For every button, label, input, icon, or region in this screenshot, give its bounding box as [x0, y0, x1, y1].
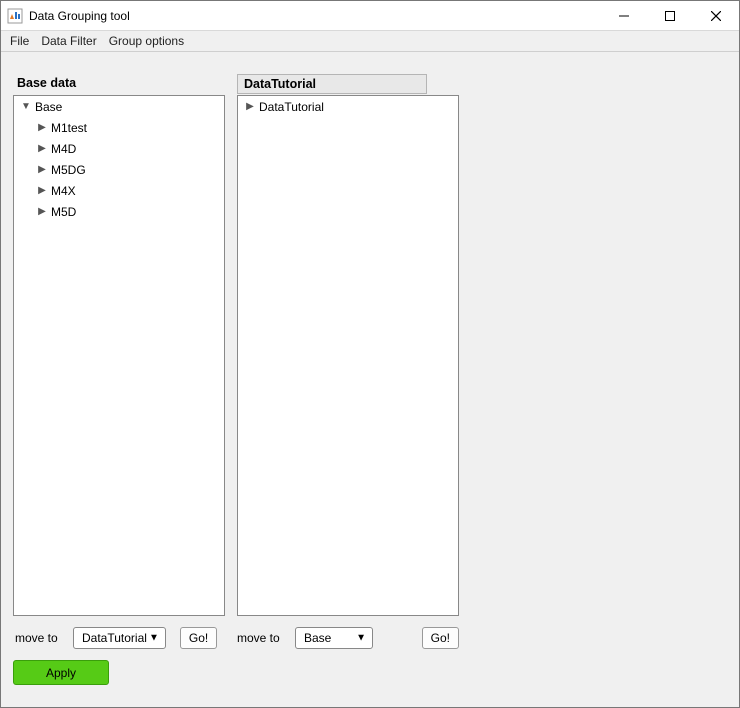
move-left-select[interactable]: DataTutorial ▼: [73, 627, 166, 649]
tree-node-label: Base: [35, 100, 62, 114]
caret-down-icon: ▼: [356, 633, 366, 644]
maximize-button[interactable]: [647, 1, 693, 31]
button-label: Go!: [431, 631, 450, 645]
go-left-button[interactable]: Go!: [180, 627, 217, 649]
window-title: Data Grouping tool: [29, 9, 130, 23]
tree-node[interactable]: ▶ M5D: [14, 201, 224, 222]
chevron-right-icon[interactable]: ▶: [36, 143, 48, 154]
tree-node-label: M4X: [51, 184, 76, 198]
move-to-label: move to: [237, 631, 287, 645]
tree-node-label: M1test: [51, 121, 87, 135]
base-data-label: Base data: [17, 76, 76, 90]
titlebar: Data Grouping tool: [1, 1, 739, 31]
tree-node[interactable]: ▶ M4D: [14, 138, 224, 159]
tutorial-tree[interactable]: ▶ DataTutorial: [237, 95, 459, 616]
move-right-select[interactable]: Base ▼: [295, 627, 373, 649]
apply-button[interactable]: Apply: [13, 660, 109, 685]
tree-node[interactable]: ▶ M5DG: [14, 159, 224, 180]
minimize-button[interactable]: [601, 1, 647, 31]
close-button[interactable]: [693, 1, 739, 31]
select-value: DataTutorial: [82, 631, 147, 645]
move-right-row: move to Base ▼ Go!: [237, 627, 459, 649]
caret-down-icon: ▼: [149, 633, 159, 644]
select-value: Base: [304, 631, 331, 645]
app-window: Data Grouping tool File Data Filter Grou…: [0, 0, 740, 708]
chevron-right-icon[interactable]: ▶: [36, 122, 48, 133]
menubar: File Data Filter Group options: [1, 31, 739, 52]
chevron-right-icon[interactable]: ▶: [244, 101, 256, 112]
tree-node-label: DataTutorial: [259, 100, 324, 114]
tree-node-base[interactable]: ▼ Base: [14, 96, 224, 117]
chevron-right-icon[interactable]: ▶: [36, 206, 48, 217]
tree-node-label: M4D: [51, 142, 76, 156]
base-tree[interactable]: ▼ Base ▶ M1test ▶ M4D ▶ M5DG ▶ M4X ▶ M5D: [13, 95, 225, 616]
tree-node-tutorial[interactable]: ▶ DataTutorial: [238, 96, 458, 117]
chevron-right-icon[interactable]: ▶: [36, 164, 48, 175]
menu-file[interactable]: File: [7, 33, 32, 49]
move-to-label: move to: [15, 631, 65, 645]
tree-node[interactable]: ▶ M1test: [14, 117, 224, 138]
move-left-row: move to DataTutorial ▼ Go!: [15, 627, 227, 649]
content-area: Base data DataTutorial ▼ Base ▶ M1test ▶…: [1, 52, 739, 707]
button-label: Apply: [46, 666, 76, 680]
tree-node-label: M5DG: [51, 163, 86, 177]
tutorial-header-text: DataTutorial: [244, 77, 316, 91]
menu-group[interactable]: Group options: [106, 33, 187, 49]
go-right-button[interactable]: Go!: [422, 627, 459, 649]
tree-node[interactable]: ▶ M4X: [14, 180, 224, 201]
tree-node-label: M5D: [51, 205, 76, 219]
menu-filter[interactable]: Data Filter: [38, 33, 99, 49]
app-icon: [7, 8, 23, 24]
tutorial-header: DataTutorial: [237, 74, 427, 94]
button-label: Go!: [189, 631, 208, 645]
chevron-down-icon[interactable]: ▼: [20, 101, 32, 112]
chevron-right-icon[interactable]: ▶: [36, 185, 48, 196]
